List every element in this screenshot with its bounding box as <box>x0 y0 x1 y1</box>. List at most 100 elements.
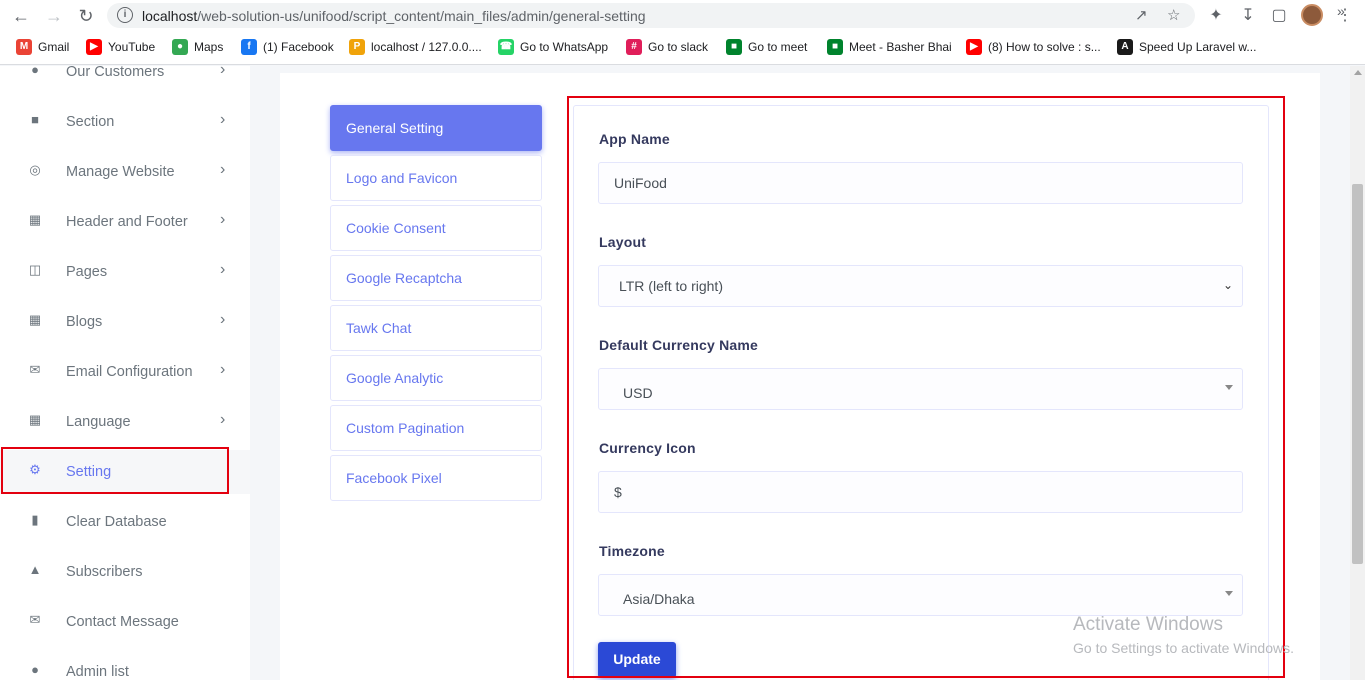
chevron-right-icon: › <box>220 66 226 78</box>
form-highlight-box <box>567 96 1285 678</box>
settings-tab[interactable]: Tawk Chat <box>330 305 542 351</box>
bookmark-star-icon[interactable]: ☆ <box>1167 6 1180 24</box>
sidebar-item-label: Header and Footer <box>66 214 188 230</box>
sidebar-item-label: Our Customers <box>66 66 165 80</box>
sidebar-item-label: Pages <box>66 264 108 280</box>
trash-icon: ▮ <box>31 512 39 527</box>
sidebar-item[interactable]: ▮ Clear Database <box>0 500 250 544</box>
phpmyadmin-icon: P <box>349 39 365 55</box>
reload-icon[interactable]: ↻ <box>75 5 97 27</box>
bookmark-item[interactable]: f (1) Facebook <box>241 39 334 55</box>
bookmark-label: Maps <box>194 40 224 54</box>
bookmark-item[interactable]: # Go to slack <box>626 39 708 55</box>
bookmark-item[interactable]: ▶ YouTube <box>86 39 155 55</box>
sidepanel-icon[interactable]: ▢ <box>1269 5 1289 25</box>
sidebar-item[interactable]: ▲ Subscribers <box>0 550 250 594</box>
bookmark-item[interactable]: ☎ Go to WhatsApp <box>498 39 608 55</box>
bookmark-label: Go to WhatsApp <box>520 40 609 54</box>
chevron-right-icon: › <box>220 411 226 428</box>
settings-tab[interactable]: Google Analytic <box>330 355 542 401</box>
bookmark-item[interactable]: ▶ (8) How to solve : s... <box>966 39 1101 55</box>
sidebar-item-label: Email Configuration <box>66 364 193 380</box>
scroll-up-icon[interactable] <box>1354 70 1362 75</box>
maps-icon: ● <box>172 39 188 55</box>
settings-tab[interactable]: Custom Pagination <box>330 405 542 451</box>
watermark-subtitle: Go to Settings to activate Windows. <box>1073 640 1294 656</box>
sidebar-item[interactable]: ◫ Pages › <box>0 250 250 294</box>
settings-tab[interactable]: Google Recaptcha <box>330 255 542 301</box>
site-info-icon[interactable]: i <box>117 7 133 23</box>
sidebar-item[interactable]: ■ Section › <box>0 100 250 144</box>
sidebar-item-label: Subscribers <box>66 564 143 580</box>
bookmark-item[interactable]: ■ Meet - Basher Bhai <box>827 39 952 55</box>
chevron-right-icon: › <box>220 261 226 278</box>
bookmark-item[interactable]: A Speed Up Laravel w... <box>1117 39 1256 55</box>
bookmark-item[interactable]: Plocalhost / 127.0.0.... <box>349 39 482 55</box>
grid-icon: ▦ <box>28 212 42 227</box>
grid-icon: ▦ <box>28 312 42 327</box>
url-host: localhost <box>142 8 198 24</box>
sidebar-item-label: Section <box>66 114 115 130</box>
sidebar-item[interactable]: ▦ Language › <box>0 400 250 444</box>
chevron-right-icon: › <box>220 361 226 378</box>
bookmark-label: Speed Up Laravel w... <box>1139 40 1257 54</box>
gmail-icon: M <box>16 39 32 55</box>
settings-tab[interactable]: Logo and Favicon <box>330 155 542 201</box>
sidebar-item[interactable]: ▦ Header and Footer › <box>0 200 250 244</box>
bookmark-label: localhost / 127.0.0.... <box>371 40 482 54</box>
columns-icon: ◫ <box>28 262 42 277</box>
bookmark-item[interactable]: ■ Go to meet <box>726 39 807 55</box>
settings-tab[interactable]: Cookie Consent <box>330 205 542 251</box>
chevron-right-icon: › <box>220 311 226 328</box>
address-bar[interactable]: i localhost/web-solution-us/unifood/scri… <box>107 3 1195 28</box>
sidebar-item[interactable]: ● Admin list <box>0 650 250 680</box>
whatsapp-icon: ☎ <box>498 39 514 55</box>
sidebar-item[interactable]: ▦ Blogs › <box>0 300 250 344</box>
youtube-icon: ▶ <box>966 39 982 55</box>
sidebar-item[interactable]: ✉ Email Configuration › <box>0 350 250 394</box>
sidebar-item-label: Blogs <box>66 314 103 330</box>
bookmark-label: YouTube <box>108 40 156 54</box>
bookmark-label: Go to meet <box>748 40 808 54</box>
sidebar-item-label: Language <box>66 414 131 430</box>
meet-icon: ■ <box>827 39 843 55</box>
laravel-icon: A <box>1117 39 1133 55</box>
bookmark-item[interactable]: ● Maps <box>172 39 223 55</box>
sidebar-item-label: Clear Database <box>66 514 167 530</box>
share-icon[interactable]: ↗ <box>1135 6 1148 24</box>
envelope-icon: ✉ <box>29 362 41 377</box>
settings-tab[interactable]: General Setting <box>330 105 542 151</box>
browser-toolbar: ← → ↻ i localhost/web-solution-us/unifoo… <box>0 0 1365 31</box>
page-scrollbar[interactable] <box>1350 66 1365 680</box>
sidebar-item-label: Admin list <box>66 664 129 680</box>
sidebar-item[interactable]: ● Our Customers › <box>0 66 250 94</box>
chevron-right-icon: › <box>220 211 226 228</box>
forward-icon[interactable]: → <box>43 5 65 27</box>
cart-icon: ■ <box>31 112 39 127</box>
url-text[interactable]: localhost/web-solution-us/unifood/script… <box>142 8 646 24</box>
extensions-icon[interactable]: ✦ <box>1206 5 1226 25</box>
browser-chrome: ← → ↻ i localhost/web-solution-us/unifoo… <box>0 0 1365 65</box>
bookmark-label: Go to slack <box>648 40 709 54</box>
bookmark-item[interactable]: M Gmail <box>16 39 69 55</box>
facebook-icon: f <box>241 39 257 55</box>
sidebar-item[interactable]: ✉ Contact Message <box>0 600 250 644</box>
chevron-right-icon: › <box>220 161 226 178</box>
chevron-right-icon: › <box>220 111 226 128</box>
download-icon[interactable]: ↧ <box>1238 5 1258 25</box>
settings-tab[interactable]: Facebook Pixel <box>330 455 542 501</box>
meet-icon: ■ <box>726 39 742 55</box>
setting-highlight-box <box>1 447 229 494</box>
profile-avatar[interactable] <box>1301 4 1323 26</box>
windows-activation-watermark: Activate Windows Go to Settings to activ… <box>1073 614 1294 656</box>
admin-sidebar: ● Our Customers › ■ Section › ◎ Manage Website ›… <box>0 66 250 680</box>
globe-icon: ◎ <box>29 162 41 177</box>
sidebar-item[interactable]: ◎ Manage Website › <box>0 150 250 194</box>
back-icon[interactable]: ← <box>10 5 32 27</box>
scroll-thumb[interactable] <box>1352 184 1363 564</box>
bookmarks-bar: M Gmail ▶ YouTube ● Maps f (1) Facebook Plocalho… <box>0 35 1365 59</box>
slack-icon: # <box>626 39 642 55</box>
bookmark-label: Meet - Basher Bhai <box>849 40 952 54</box>
more-bookmarks-icon[interactable]: » <box>1337 3 1345 19</box>
watermark-title: Activate Windows <box>1073 614 1223 635</box>
